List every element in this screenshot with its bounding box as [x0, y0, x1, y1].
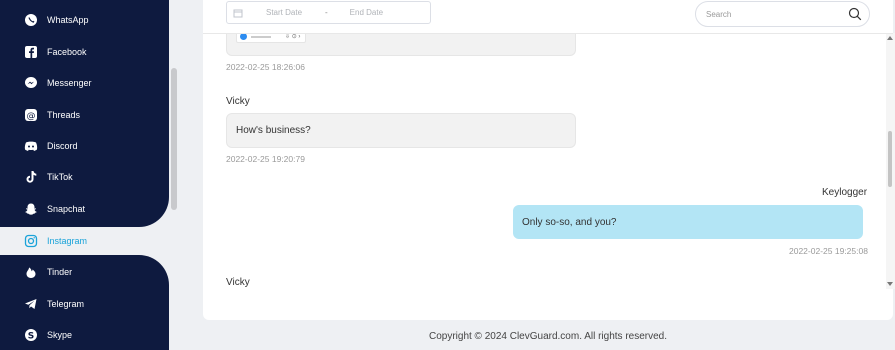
scrollbar-thumb[interactable] — [888, 131, 892, 187]
facebook-icon — [24, 45, 38, 59]
date-range-picker[interactable]: Start Date - End Date — [226, 1, 431, 24]
message-timestamp: 2022-02-25 18:26:06 — [226, 62, 305, 72]
sidebar-item-discord[interactable]: Discord — [0, 131, 169, 161]
sidebar-item-skype[interactable]: S Skype — [0, 320, 169, 350]
sidebar-scrollbar[interactable] — [171, 68, 177, 210]
sidebar-item-label: WhatsApp — [47, 15, 89, 25]
telegram-icon — [24, 297, 38, 311]
sidebar-item-tinder[interactable]: Tinder — [0, 257, 169, 287]
start-date-input[interactable]: Start Date — [266, 8, 311, 17]
chat-scrollbar[interactable] — [886, 33, 895, 289]
message-timestamp: 2022-02-25 19:25:08 — [789, 246, 868, 256]
copyright-footer: Copyright © 2024 ClevGuard.com. All righ… — [428, 331, 668, 342]
sidebar-item-label: Facebook — [47, 47, 87, 57]
search-icon[interactable] — [848, 7, 862, 21]
search-input[interactable]: Search — [706, 10, 848, 19]
filter-bar: Start Date - End Date Search — [203, 0, 893, 34]
svg-text:S: S — [28, 331, 34, 341]
sidebar-item-label: Messenger — [47, 78, 92, 88]
sidebar-item-label: Instagram — [47, 236, 88, 246]
svg-text:@: @ — [27, 112, 36, 122]
sidebar-item-label: Telegram — [47, 299, 85, 309]
scroll-down-arrow-icon[interactable] — [887, 282, 893, 286]
message-sender: Vicky — [226, 277, 250, 288]
chat-panel: ⇩ ⊙ › 2022-02-25 18:26:06 Vicky How's bu… — [203, 0, 893, 320]
messenger-icon — [24, 76, 38, 90]
tinder-icon — [24, 265, 38, 279]
sidebar-item-snapchat[interactable]: Snapchat — [0, 194, 169, 224]
message-text: Only so-so, and you? — [522, 216, 617, 228]
message-list[interactable]: ⇩ ⊙ › 2022-02-25 18:26:06 Vicky How's bu… — [203, 0, 887, 320]
sidebar-item-instagram[interactable]: Instagram — [0, 226, 169, 256]
threads-icon: @ — [24, 108, 38, 122]
search-box[interactable]: Search — [695, 1, 870, 27]
sidebar-item-threads[interactable]: @ Threads — [0, 100, 169, 130]
sidebar-item-messenger[interactable]: Messenger — [0, 68, 169, 98]
date-separator: - — [325, 8, 328, 17]
sidebar-item-label: Discord — [47, 141, 78, 151]
sidebar-item-label: Skype — [47, 330, 73, 340]
media-thumbnail-bar — [251, 35, 271, 38]
sidebar-item-label: Snapchat — [47, 204, 86, 214]
scroll-up-arrow-icon[interactable] — [887, 36, 893, 40]
instagram-icon — [24, 234, 38, 248]
tiktok-icon — [24, 170, 38, 184]
whatsapp-icon — [24, 13, 38, 27]
sidebar-item-label: Tinder — [47, 267, 73, 277]
skype-icon: S — [24, 328, 38, 342]
sidebar-item-telegram[interactable]: Telegram — [0, 289, 169, 319]
sidebar-item-tiktok[interactable]: TikTok — [0, 162, 169, 192]
discord-icon — [24, 139, 38, 153]
message-timestamp: 2022-02-25 19:20:79 — [226, 154, 305, 164]
message-text: How's business? — [236, 125, 311, 136]
sidebar-item-label: TikTok — [47, 172, 73, 182]
calendar-icon — [233, 9, 243, 17]
message-sender: Keylogger — [822, 187, 868, 198]
end-date-input[interactable]: End Date — [350, 8, 383, 17]
message-bubble-incoming[interactable]: How's business? — [226, 113, 576, 148]
message-sender: Vicky — [226, 96, 250, 107]
sidebar-item-whatsapp[interactable]: WhatsApp — [0, 5, 169, 35]
message-bubble-outgoing[interactable]: Only so-so, and you? — [513, 205, 863, 239]
media-thumbnail-glyph: ⇩ ⊙ › — [285, 34, 301, 40]
sidebar-item-facebook[interactable]: Facebook — [0, 37, 169, 67]
media-logo-icon — [240, 33, 247, 40]
snapchat-icon — [24, 202, 38, 216]
sidebar-item-label: Threads — [47, 110, 81, 120]
